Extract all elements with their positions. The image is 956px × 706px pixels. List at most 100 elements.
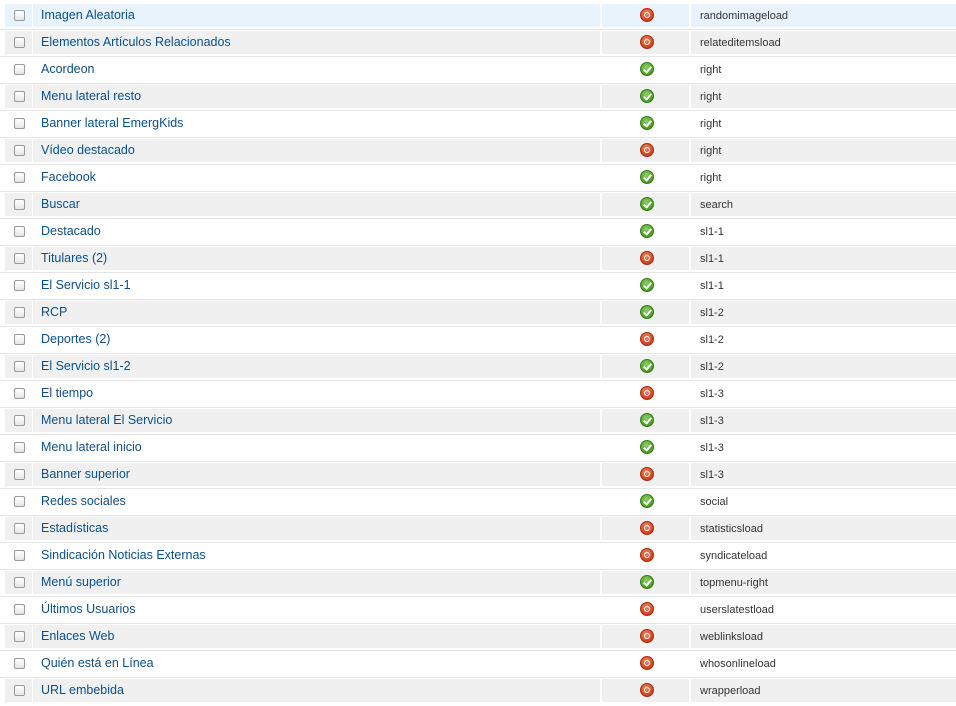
row-checkbox[interactable] xyxy=(14,334,25,345)
published-check-icon[interactable] xyxy=(640,62,654,76)
table-row[interactable]: Menu lateral resto right xyxy=(0,83,956,110)
module-title-link[interactable]: Menu lateral resto xyxy=(41,89,141,103)
row-checkbox[interactable] xyxy=(14,469,25,480)
module-title-link[interactable]: El Servicio sl1-2 xyxy=(41,359,131,373)
row-checkbox[interactable] xyxy=(14,226,25,237)
module-title-link[interactable]: Menú superior xyxy=(41,575,121,589)
published-check-icon[interactable] xyxy=(640,197,654,211)
row-checkbox[interactable] xyxy=(14,199,25,210)
row-checkbox[interactable] xyxy=(14,415,25,426)
unpublished-icon[interactable] xyxy=(640,143,654,157)
table-row[interactable]: Banner superior sl1-3 xyxy=(0,461,956,488)
module-title-link[interactable]: Buscar xyxy=(41,197,80,211)
row-checkbox[interactable] xyxy=(14,10,25,21)
module-title-link[interactable]: Menu lateral El Servicio xyxy=(41,413,172,427)
unpublished-icon[interactable] xyxy=(640,521,654,535)
unpublished-icon[interactable] xyxy=(640,602,654,616)
row-checkbox[interactable] xyxy=(14,523,25,534)
module-title-link[interactable]: RCP xyxy=(41,305,67,319)
published-check-icon[interactable] xyxy=(640,116,654,130)
table-row[interactable]: URL embebida wrapperload xyxy=(0,677,956,704)
table-row[interactable]: Buscar search xyxy=(0,191,956,218)
module-title-link[interactable]: Estadísticas xyxy=(41,521,108,535)
unpublished-icon[interactable] xyxy=(640,548,654,562)
module-title-link[interactable]: Menu lateral inicio xyxy=(41,440,142,454)
row-checkbox[interactable] xyxy=(14,172,25,183)
published-check-icon[interactable] xyxy=(640,224,654,238)
module-title-link[interactable]: Quién está en Línea xyxy=(41,656,154,670)
table-row[interactable]: Últimos Usuarios userslatestload xyxy=(0,596,956,623)
unpublished-icon[interactable] xyxy=(640,656,654,670)
row-checkbox[interactable] xyxy=(14,604,25,615)
row-checkbox[interactable] xyxy=(14,145,25,156)
row-checkbox[interactable] xyxy=(14,307,25,318)
module-title-link[interactable]: Destacado xyxy=(41,224,101,238)
row-checkbox[interactable] xyxy=(14,388,25,399)
table-row[interactable]: Banner lateral EmergKids right xyxy=(0,110,956,137)
row-checkbox[interactable] xyxy=(14,64,25,75)
unpublished-icon[interactable] xyxy=(640,35,654,49)
table-row[interactable]: Menu lateral inicio sl1-3 xyxy=(0,434,956,461)
unpublished-icon[interactable] xyxy=(640,683,654,697)
module-title-link[interactable]: Vídeo destacado xyxy=(41,143,135,157)
module-title-link[interactable]: Elementos Artículos Relacionados xyxy=(41,35,231,49)
module-title-link[interactable]: Enlaces Web xyxy=(41,629,114,643)
module-title-link[interactable]: Redes sociales xyxy=(41,494,126,508)
module-title-link[interactable]: Banner superior xyxy=(41,467,130,481)
module-title-link[interactable]: URL embebida xyxy=(41,683,124,697)
table-row[interactable]: El Servicio sl1-2 sl1-2 xyxy=(0,353,956,380)
module-title-link[interactable]: Sindicación Noticias Externas xyxy=(41,548,206,562)
table-row[interactable]: Sindicación Noticias Externas syndicatelo… xyxy=(0,542,956,569)
module-title-link[interactable]: Imagen Aleatoria xyxy=(41,8,135,22)
published-check-icon[interactable] xyxy=(640,89,654,103)
module-title-link[interactable]: El Servicio sl1-1 xyxy=(41,278,131,292)
table-row[interactable]: Destacado sl1-1 xyxy=(0,218,956,245)
table-row[interactable]: RCP sl1-2 xyxy=(0,299,956,326)
table-row[interactable]: Menu lateral El Servicio sl1-3 xyxy=(0,407,956,434)
table-row[interactable]: Acordeon right xyxy=(0,56,956,83)
unpublished-icon[interactable] xyxy=(640,467,654,481)
module-title-link[interactable]: Banner lateral EmergKids xyxy=(41,116,183,130)
table-row[interactable]: El Servicio sl1-1 sl1-1 xyxy=(0,272,956,299)
table-row[interactable]: Enlaces Web weblinksload xyxy=(0,623,956,650)
module-title-link[interactable]: Titulares (2) xyxy=(41,251,107,265)
table-row[interactable]: Menú superior topmenu-right xyxy=(0,569,956,596)
row-checkbox[interactable] xyxy=(14,550,25,561)
unpublished-icon[interactable] xyxy=(640,332,654,346)
published-check-icon[interactable] xyxy=(640,413,654,427)
published-check-icon[interactable] xyxy=(640,575,654,589)
module-title-link[interactable]: El tiempo xyxy=(41,386,93,400)
table-row[interactable]: El tiempo sl1-3 xyxy=(0,380,956,407)
table-row[interactable]: Vídeo destacado right xyxy=(0,137,956,164)
published-check-icon[interactable] xyxy=(640,359,654,373)
row-checkbox[interactable] xyxy=(14,253,25,264)
module-title-link[interactable]: Últimos Usuarios xyxy=(41,602,135,616)
row-checkbox[interactable] xyxy=(14,658,25,669)
module-title-link[interactable]: Facebook xyxy=(41,170,96,184)
row-checkbox[interactable] xyxy=(14,631,25,642)
module-title-link[interactable]: Acordeon xyxy=(41,62,95,76)
published-check-icon[interactable] xyxy=(640,305,654,319)
row-checkbox[interactable] xyxy=(14,577,25,588)
row-checkbox[interactable] xyxy=(14,91,25,102)
unpublished-icon[interactable] xyxy=(640,386,654,400)
table-row[interactable]: Elementos Artículos Relacionados relatedi… xyxy=(0,29,956,56)
unpublished-icon[interactable] xyxy=(640,251,654,265)
table-row[interactable]: Quién está en Línea whosonlineload xyxy=(0,650,956,677)
table-row[interactable]: Titulares (2) sl1-1 xyxy=(0,245,956,272)
row-checkbox[interactable] xyxy=(14,118,25,129)
row-checkbox[interactable] xyxy=(14,361,25,372)
published-check-icon[interactable] xyxy=(640,278,654,292)
unpublished-icon[interactable] xyxy=(640,629,654,643)
published-check-icon[interactable] xyxy=(640,440,654,454)
published-check-icon[interactable] xyxy=(640,494,654,508)
row-checkbox[interactable] xyxy=(14,280,25,291)
table-row[interactable]: Deportes (2) sl1-2 xyxy=(0,326,956,353)
row-checkbox[interactable] xyxy=(14,496,25,507)
row-checkbox[interactable] xyxy=(14,685,25,696)
module-title-link[interactable]: Deportes (2) xyxy=(41,332,110,346)
row-checkbox[interactable] xyxy=(14,442,25,453)
table-row[interactable]: Redes sociales social xyxy=(0,488,956,515)
row-checkbox[interactable] xyxy=(14,37,25,48)
table-row[interactable]: Imagen Aleatoria randomimageload xyxy=(0,2,956,29)
